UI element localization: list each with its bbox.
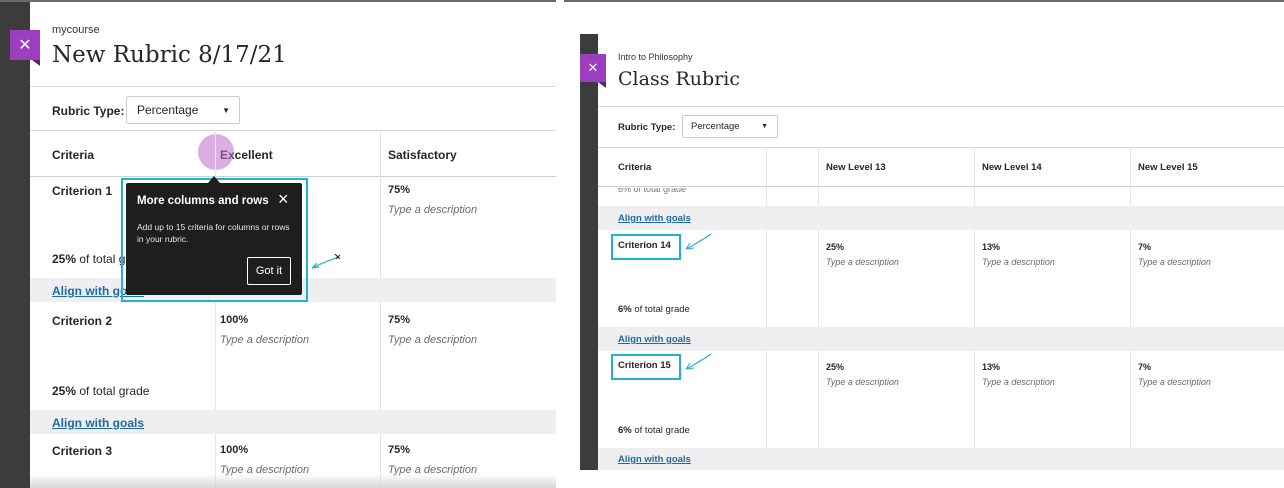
level-percent[interactable]: 75% [388,184,410,196]
grade-suffix: of total grade [631,304,690,315]
hand-drawn-arrow-icon [311,253,341,269]
level-description[interactable]: Type a description [388,334,477,346]
criterion-name[interactable]: Criterion 2 [52,314,112,328]
rubric-panel-left: mycourse New Rubric 8/17/21 Rubric Type:… [30,0,556,488]
type-divider [30,130,556,131]
level-percent[interactable]: 7% [1138,242,1151,252]
tooltip-title: More columns and rows [137,195,269,207]
level-description[interactable]: Type a description [982,257,1055,267]
align-with-goals-link[interactable]: Align with goals [52,416,144,430]
level-description[interactable]: Type a description [220,334,309,346]
level-percent[interactable]: 25% [826,362,844,372]
criterion-grade[interactable]: 6% of total grade [618,425,690,436]
hand-drawn-arrow-icon [685,353,712,370]
level-description[interactable]: Type a description [982,377,1055,387]
type-divider [598,147,1284,148]
page-title: New Rubric 8/17/21 [52,42,287,68]
hand-drawn-arrow-icon [685,233,712,250]
course-name: mycourse [52,24,100,36]
page-title: Class Rubric [618,68,740,90]
column-header-level[interactable]: New Level 13 [826,162,886,173]
backdrop-right [580,34,598,470]
onboarding-tooltip: More columns and rows × Add up to 15 cri… [126,183,302,295]
chevron-down-icon: ▼ [222,105,230,115]
tooltip-arrow [208,176,220,183]
level-percent[interactable]: 13% [982,362,1000,372]
criterion-name[interactable]: Criterion 14 [618,240,671,251]
level-percent[interactable]: 13% [982,242,1000,252]
column-divider [818,147,819,470]
close-icon[interactable]: ✕ [580,54,606,88]
grade-suffix: of total grade [76,384,150,398]
left-screenshot: mycourse New Rubric 8/17/21 Rubric Type:… [0,0,556,488]
level-description[interactable]: Type a description [1138,257,1211,267]
column-header-divider [30,176,556,177]
column-header-level[interactable]: New Level 14 [982,162,1042,173]
header-divider [598,106,1284,107]
align-goals-band [598,327,1284,351]
column-header-criteria: Criteria [52,148,95,162]
grade-percent: 6% [618,425,632,436]
column-header-criteria: Criteria [618,162,652,173]
tooltip-body: Add up to 15 criteria for columns or row… [137,222,290,244]
column-divider [974,147,975,470]
column-header-divider [598,186,1284,187]
rubric-type-value: Percentage [137,103,199,117]
close-icon[interactable]: ✕ [10,30,40,66]
screenshot-separator [556,0,564,488]
align-with-goals-link[interactable]: Align with goals [618,213,691,224]
level-percent[interactable]: 25% [826,242,844,252]
rubric-type-label: Rubric Type: [52,104,125,118]
level-percent[interactable]: 75% [388,314,410,326]
level-percent[interactable]: 75% [388,444,410,456]
criterion-name[interactable]: Criterion 3 [52,444,112,458]
backdrop-left [0,0,30,488]
align-goals-band [598,206,1284,230]
criterion-name[interactable]: Criterion 1 [52,184,112,198]
criterion-grade[interactable]: 25% of total grade [52,384,149,398]
chevron-down-icon: ▼ [761,123,768,130]
align-with-goals-link[interactable]: Align with goals [618,334,691,345]
rubric-type-select[interactable]: Percentage ▼ [126,96,240,124]
criterion-name[interactable]: Criterion 15 [618,360,671,371]
column-divider [766,147,767,470]
level-percent[interactable]: 100% [220,314,248,326]
hotspot-indicator[interactable] [198,134,234,170]
close-x-icon[interactable]: × [278,189,289,210]
level-percent[interactable]: 100% [220,444,248,456]
rubric-type-select[interactable]: Percentage ▼ [682,115,778,138]
column-divider [1130,147,1131,470]
rubric-panel-right: Intro to Philosophy Class Rubric Rubric … [598,34,1284,470]
right-screenshot: Intro to Philosophy Class Rubric Rubric … [580,34,1284,470]
page-top-rule [0,0,1284,2]
grade-percent: 25% [52,252,77,266]
header-divider [30,86,556,87]
bottom-fade [30,474,556,488]
grade-percent: 25% [52,384,77,398]
grade-suffix: of total grade [631,425,690,436]
align-goals-band [598,448,1284,470]
level-description[interactable]: Type a description [826,257,899,267]
column-header-satisfactory[interactable]: Satisfactory [388,148,457,162]
column-divider [380,130,381,488]
align-with-goals-link[interactable]: Align with goals [618,454,691,465]
column-header-level[interactable]: New Level 15 [1138,162,1198,173]
rubric-type-value: Percentage [691,121,740,132]
rubric-type-label: Rubric Type: [618,122,676,133]
level-description[interactable]: Type a description [1138,377,1211,387]
got-it-button[interactable]: Got it [247,257,291,285]
level-description[interactable]: Type a description [388,204,477,216]
criterion-grade[interactable]: 6% of total grade [618,304,690,315]
grade-percent: 6% [618,304,632,315]
level-description[interactable]: Type a description [826,377,899,387]
course-name: Intro to Philosophy [618,52,693,62]
level-percent[interactable]: 7% [1138,362,1151,372]
